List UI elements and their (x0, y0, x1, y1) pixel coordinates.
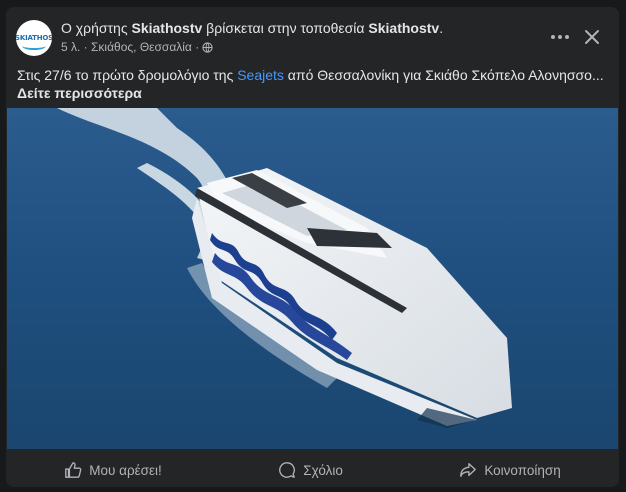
close-button[interactable] (578, 23, 606, 51)
post-card: SKIATHOS Ο χρήστης Skiathostv βρίσκεται … (6, 7, 619, 487)
share-button[interactable]: Κοινοποίηση (447, 455, 572, 485)
post-header: SKIATHOS Ο χρήστης Skiathostv βρίσκεται … (6, 7, 619, 63)
comment-icon (279, 462, 296, 478)
comment-button[interactable]: Σχόλιο (266, 455, 355, 485)
post-meta: 5 λ. · Σκιάθος, Θεσσαλία · (61, 40, 213, 54)
avatar-logo-text: SKIATHOS (16, 34, 52, 42)
post-title: Ο χρήστης Skiathostv βρίσκεται στην τοπο… (61, 20, 443, 36)
post-caption: Στις 27/6 το πρώτο δρομολόγιο της Seajet… (17, 66, 607, 102)
post-meta-text[interactable]: 5 λ. · Σκιάθος, Θεσσαλία · (61, 40, 199, 54)
share-icon (460, 463, 477, 477)
close-icon (585, 30, 599, 44)
like-button[interactable]: Μου αρέσει! (52, 455, 174, 485)
post-actions: Μου αρέσει! Σχόλιο Κοινοποίηση (6, 453, 619, 487)
location-name[interactable]: Skiathostv (368, 20, 439, 36)
more-options-button[interactable] (546, 23, 574, 51)
more-icon (551, 35, 569, 39)
like-label: Μου αρέσει! (89, 462, 162, 478)
author-name[interactable]: Skiathostv (131, 20, 202, 36)
ferry-photo (7, 108, 618, 449)
title-suffix: . (439, 20, 444, 36)
see-more-link[interactable]: Δείτε περισσότερα (17, 85, 142, 101)
caption-text: Στις 27/6 το πρώτο δρομολόγιο της (17, 67, 238, 83)
title-middle: βρίσκεται στην τοποθεσία (202, 20, 369, 36)
globe-icon (202, 41, 213, 53)
share-label: Κοινοποίηση (484, 462, 561, 478)
caption-text-rest: από Θεσσαλονίκη για Σκιάθο Σκόπελο Αλονη… (283, 67, 604, 83)
avatar[interactable]: SKIATHOS (16, 20, 52, 56)
avatar-logo-arc (22, 42, 46, 50)
post-photo[interactable] (7, 108, 618, 449)
caption-link[interactable]: Seajets (237, 67, 284, 83)
comment-label: Σχόλιο (303, 462, 343, 478)
like-icon (65, 462, 82, 478)
title-prefix: Ο χρήστης (61, 20, 132, 36)
